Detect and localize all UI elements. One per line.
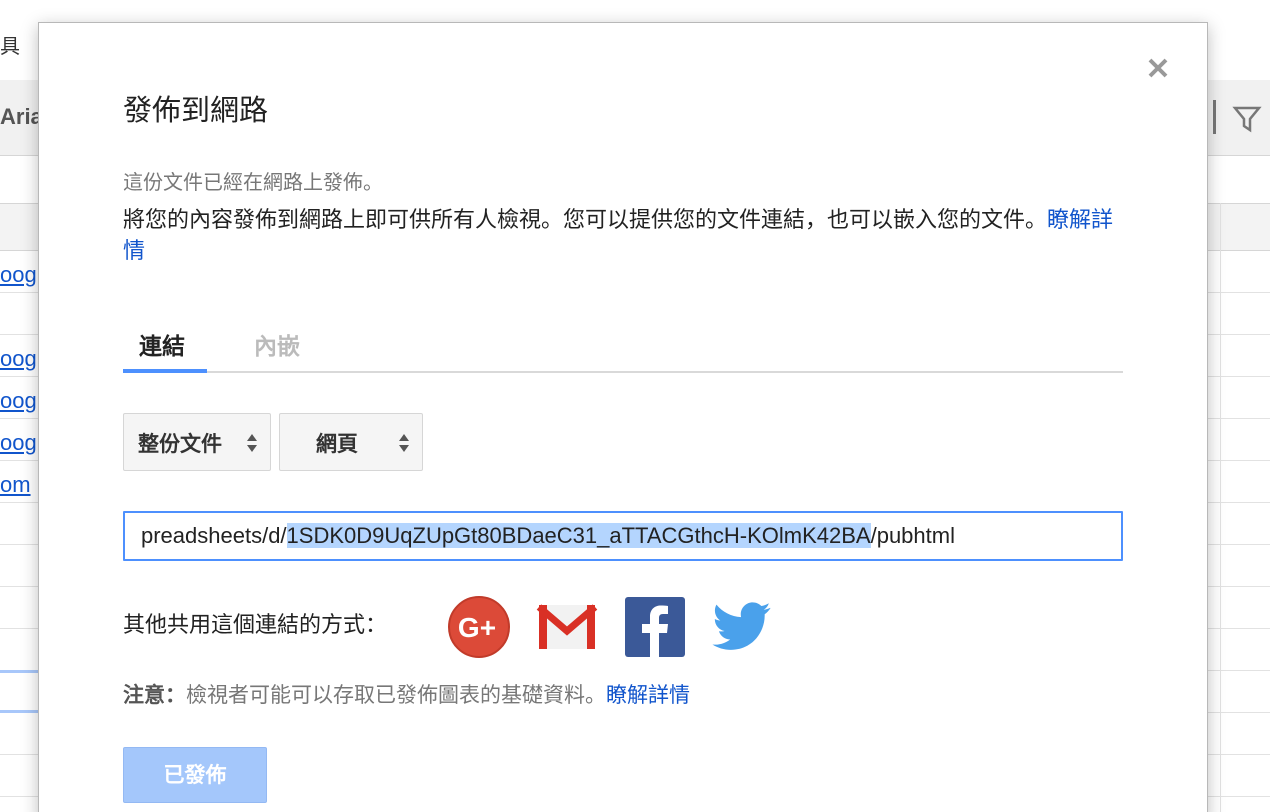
gmail-icon[interactable]: [535, 595, 599, 659]
scope-select[interactable]: 整份文件: [123, 413, 271, 471]
tab-bar: 連結 內嵌: [123, 323, 1123, 373]
url-prefix: preadsheets/d/: [141, 523, 287, 548]
dialog-title: 發佈到網路: [123, 93, 269, 127]
facebook-icon[interactable]: [623, 595, 687, 659]
twitter-icon[interactable]: [711, 595, 775, 659]
filter-icon[interactable]: [1232, 104, 1262, 134]
close-icon[interactable]: [1145, 55, 1171, 81]
cell-link[interactable]: om: [0, 472, 31, 498]
note-text: 檢視者可能可以存取已發佈圖表的基礎資料。: [186, 683, 606, 707]
cell-link[interactable]: oog: [0, 388, 37, 414]
menu-fragment: 具: [0, 34, 20, 58]
description-text: 將您的內容發佈到網路上即可供所有人檢視。您可以提供您的文件連結，也可以嵌入您的文…: [123, 208, 1048, 233]
sort-arrows-icon: [247, 434, 257, 452]
format-select-value: 網頁: [316, 432, 358, 456]
dialog-description: 將您的內容發佈到網路上即可供所有人檢視。您可以提供您的文件連結，也可以嵌入您的文…: [123, 205, 1133, 267]
font-selector[interactable]: Aria: [0, 104, 43, 130]
publish-status: 這份文件已經在網路上發佈。: [123, 170, 383, 194]
publish-dialog: 發佈到網路 這份文件已經在網路上發佈。 將您的內容發佈到網路上即可供所有人檢視。…: [38, 22, 1208, 812]
google-plus-icon[interactable]: G+: [447, 595, 511, 659]
published-button[interactable]: 已發佈: [123, 747, 267, 803]
url-suffix: /pubhtml: [870, 523, 955, 548]
format-select[interactable]: 網頁: [279, 413, 423, 471]
url-selected-text: 1SDK0D9UqZUpGt80BDaeC31_aTTACGthcH-KOlmK…: [286, 523, 871, 548]
tab-link[interactable]: 連結: [139, 327, 185, 361]
note-learn-more-link[interactable]: 瞭解詳情: [606, 683, 690, 707]
published-url-field[interactable]: preadsheets/d/1SDK0D9UqZUpGt80BDaeC31_aT…: [123, 511, 1123, 561]
cell-link[interactable]: oog: [0, 430, 37, 456]
cell-link[interactable]: oog: [0, 346, 37, 372]
note-label: 注意：: [123, 683, 186, 707]
cell-link[interactable]: oog: [0, 262, 37, 288]
svg-text:G+: G+: [458, 612, 496, 643]
scope-select-value: 整份文件: [138, 432, 222, 456]
tab-embed[interactable]: 內嵌: [254, 327, 300, 361]
sort-arrows-icon: [399, 434, 409, 452]
note: 注意：檢視者可能可以存取已發佈圖表的基礎資料。瞭解詳情: [123, 679, 690, 709]
active-tab-indicator: [123, 369, 207, 373]
share-label: 其他共用這個連結的方式：: [123, 613, 388, 638]
